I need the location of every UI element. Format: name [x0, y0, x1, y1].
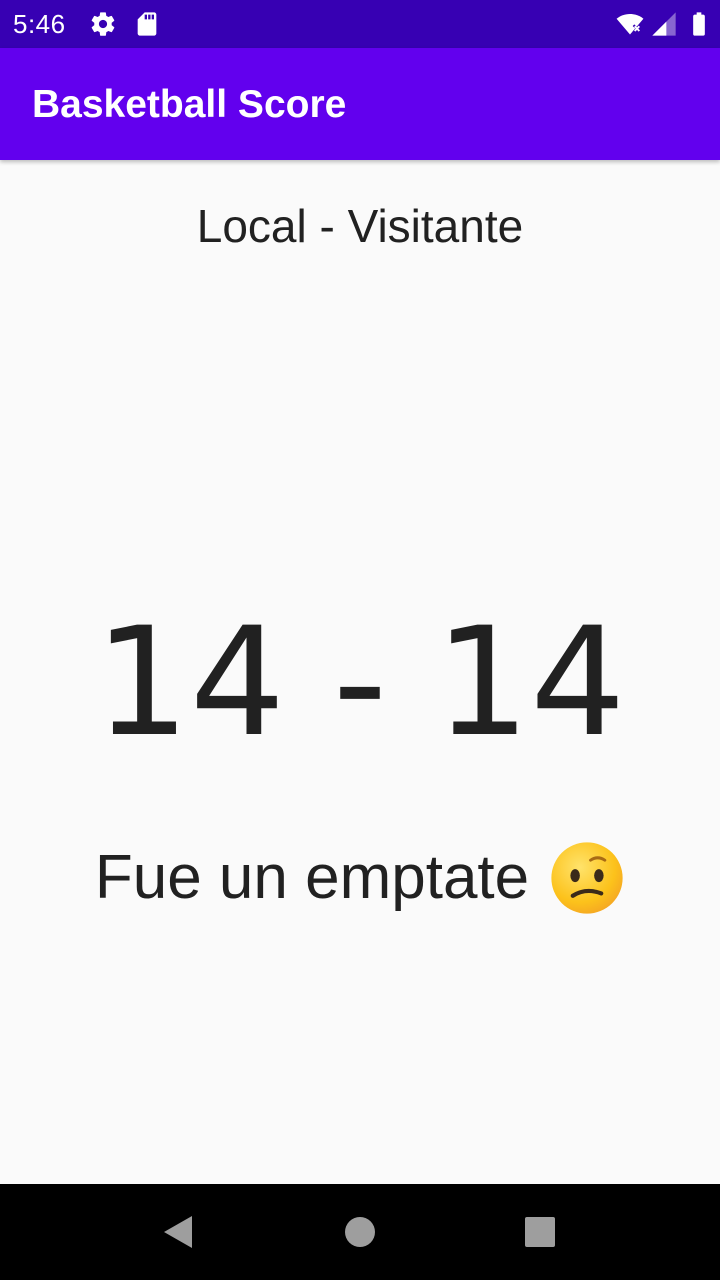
- back-icon[interactable]: [154, 1208, 202, 1256]
- result-text: Fue un emptate: [94, 843, 530, 912]
- confused-face-icon: [551, 842, 623, 914]
- sd-card-icon: [137, 12, 157, 36]
- teams-label: Local - Visitante: [196, 200, 524, 252]
- navigation-bar: [0, 1184, 720, 1280]
- app-bar: Basketball Score: [0, 48, 720, 160]
- recents-icon[interactable]: [516, 1208, 564, 1256]
- status-time: 5:46: [13, 9, 66, 39]
- home-icon[interactable]: [336, 1208, 384, 1256]
- signal-icon: [652, 12, 676, 36]
- result-row: Fue un emptate: [0, 838, 720, 918]
- wifi-icon: [616, 13, 644, 35]
- battery-icon: [693, 12, 705, 36]
- app-title: Basketball Score: [32, 83, 347, 126]
- score-display: 14 - 14: [94, 596, 626, 770]
- status-bar: 5:46: [0, 0, 720, 48]
- gear-icon: [91, 12, 115, 36]
